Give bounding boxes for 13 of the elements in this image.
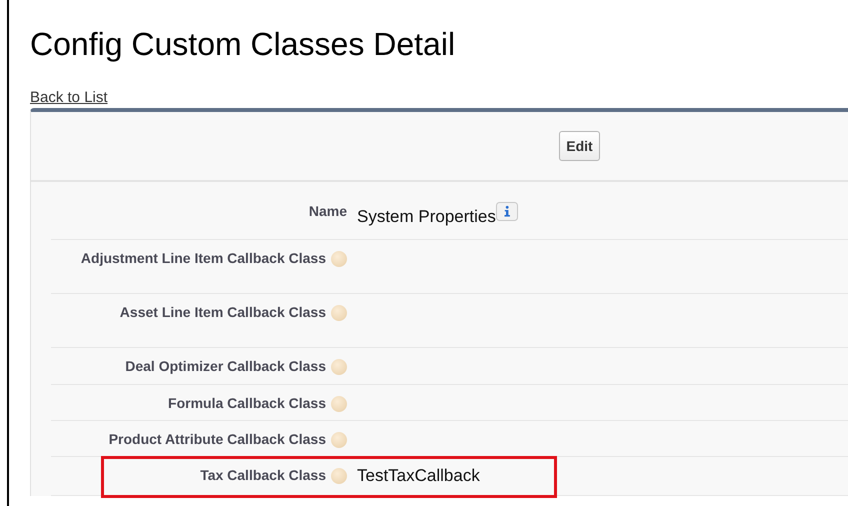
page-title: Config Custom Classes Detail — [30, 25, 456, 64]
field-value: System Properties — [357, 206, 496, 228]
field-label: Formula Callback Class — [168, 395, 326, 411]
field-label: Adjustment Line Item Callback Class — [80, 250, 326, 266]
field-label: Asset Line Item Callback Class — [120, 304, 326, 320]
edit-button[interactable]: Edit — [559, 131, 600, 161]
field-label: Product Attribute Callback Class — [108, 431, 326, 447]
field-label: Name — [308, 203, 347, 219]
field-label: Deal Optimizer Callback Class — [125, 358, 326, 374]
field-label: Tax Callback Class — [200, 467, 326, 483]
back-link[interactable]: Back to List — [30, 89, 108, 106]
field-value: TestTaxCallback — [357, 465, 480, 487]
info-icon[interactable] — [496, 202, 518, 221]
